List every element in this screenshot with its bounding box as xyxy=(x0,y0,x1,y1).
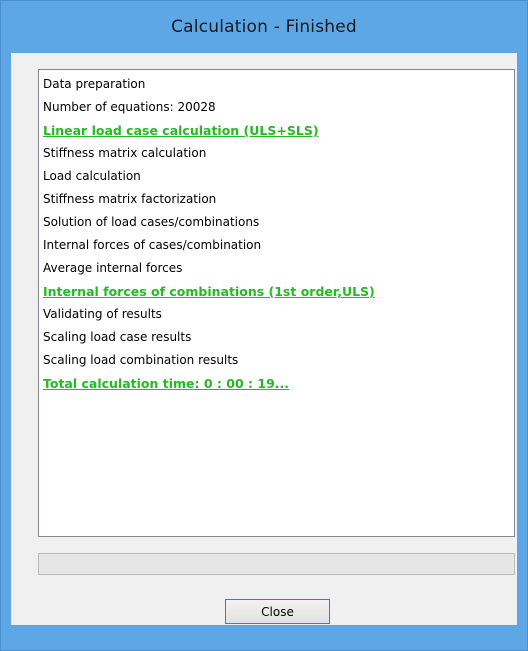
dialog-body: Data preparation Number of equations: 200… xyxy=(11,53,517,625)
log-line: Stiffness matrix factorization xyxy=(43,192,217,206)
log-line: Number of equations: 20028 xyxy=(43,100,216,114)
log-line: Scaling load case results xyxy=(43,330,192,344)
log-line: Load calculation xyxy=(43,169,141,183)
close-button[interactable]: Close xyxy=(225,599,330,624)
log-line: Internal forces of cases/combination xyxy=(43,238,262,252)
log-line: Data preparation xyxy=(43,77,146,91)
log-line: Stiffness matrix calculation xyxy=(43,146,207,160)
log-line-highlight: Total calculation time: 0 : 00 : 19... xyxy=(43,376,290,391)
log-line: Average internal forces xyxy=(43,261,183,275)
log-line: Solution of load cases/combinations xyxy=(43,215,260,229)
log-line-highlight: Internal forces of combinations (1st ord… xyxy=(43,284,375,299)
calculation-log[interactable]: Data preparation Number of equations: 200… xyxy=(38,69,515,537)
window-title: Calculation - Finished xyxy=(171,17,357,37)
calculation-dialog: Calculation - Finished Data preparation N… xyxy=(0,0,528,651)
log-line: Validating of results xyxy=(43,307,162,321)
log-line-highlight: Linear load case calculation (ULS+SLS) xyxy=(43,123,319,138)
log-line: Scaling load combination results xyxy=(43,353,239,367)
title-bar[interactable]: Calculation - Finished xyxy=(1,1,527,53)
progress-bar xyxy=(38,553,515,575)
